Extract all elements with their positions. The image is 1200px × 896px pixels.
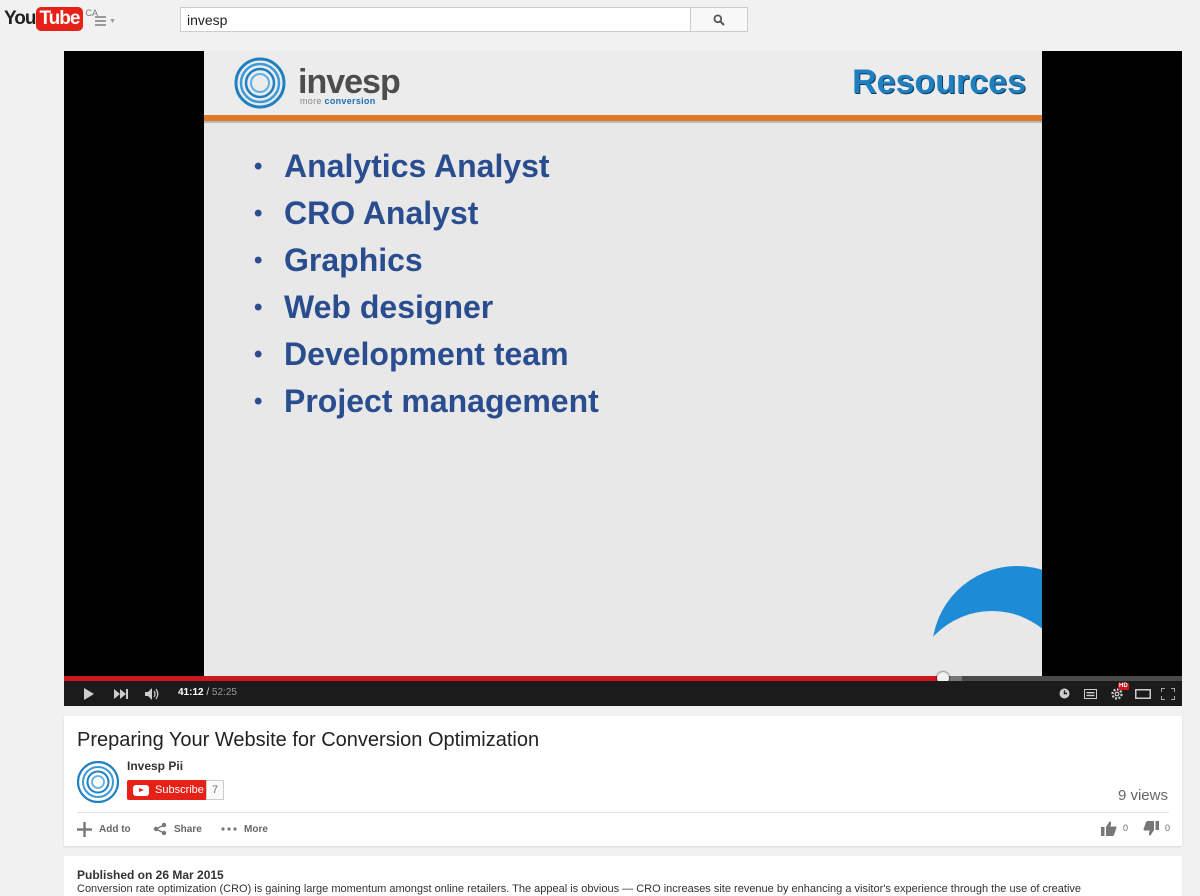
invesp-logo-icon xyxy=(234,57,286,109)
slide-tagline: more conversion xyxy=(300,96,376,106)
thumbs-down-icon xyxy=(1143,820,1159,835)
video-frame-slide: invesp more conversion Resources Analyti… xyxy=(204,51,1042,676)
next-icon xyxy=(114,688,128,699)
slide-title: Resources xyxy=(852,63,1026,101)
slide-bullet: Project management xyxy=(254,378,599,425)
video-player[interactable]: invesp more conversion Resources Analyti… xyxy=(64,51,1182,706)
search-input[interactable] xyxy=(181,8,690,31)
add-to-button[interactable]: Add to xyxy=(77,821,131,837)
slide-bullet: Development team xyxy=(254,331,599,378)
dislike-count: 0 xyxy=(1165,823,1171,833)
watch-header: Preparing Your Website for Conversion Op… xyxy=(64,716,1182,846)
slide-brand: invesp xyxy=(298,63,401,101)
youtube-logo[interactable]: You Tube CA xyxy=(4,7,98,33)
more-button[interactable]: More xyxy=(221,821,268,837)
slide-decoration xyxy=(912,611,1042,676)
view-count: 9 views xyxy=(1117,787,1168,804)
current-time: 41:12 xyxy=(178,687,204,698)
theater-mode-button[interactable] xyxy=(1132,681,1154,706)
more-label: More xyxy=(244,823,268,835)
search-button[interactable] xyxy=(690,7,748,32)
search-icon xyxy=(713,14,725,26)
subscriber-count: 7 xyxy=(206,780,225,800)
channel-avatar[interactable] xyxy=(77,761,119,803)
more-dots-icon xyxy=(221,827,237,831)
search-box[interactable] xyxy=(180,7,691,32)
video-description: Published on 26 Mar 2015 Conversion rate… xyxy=(64,856,1182,896)
youtube-play-icon xyxy=(133,784,149,796)
captions-button[interactable] xyxy=(1080,681,1100,706)
time-display: 41:12 / 52:25 xyxy=(178,687,237,698)
divider xyxy=(77,812,1169,813)
subscribe-label: Subscribe xyxy=(155,784,204,796)
slide-header: invesp more conversion Resources xyxy=(204,51,1042,115)
player-controls: 41:12 / 52:25 HD xyxy=(64,681,1182,706)
dislike-button[interactable]: 0 xyxy=(1143,820,1170,836)
clock-icon xyxy=(1059,688,1069,699)
like-button[interactable]: 0 xyxy=(1101,820,1128,836)
fullscreen-icon xyxy=(1161,687,1175,700)
logo-you: You xyxy=(4,8,37,29)
duration: 52:25 xyxy=(211,687,237,698)
like-count: 0 xyxy=(1123,823,1129,833)
slide-bullet: Graphics xyxy=(254,237,599,284)
masthead: You Tube CA ▼ xyxy=(0,0,1200,50)
subscribe-button[interactable]: Subscribe xyxy=(127,780,210,800)
slide-bullet: Web designer xyxy=(254,284,599,331)
publish-date: Published on 26 Mar 2015 xyxy=(77,868,224,882)
slide-divider xyxy=(204,115,1042,123)
next-button[interactable] xyxy=(110,681,132,706)
share-button[interactable]: Share xyxy=(153,821,202,837)
video-title: Preparing Your Website for Conversion Op… xyxy=(77,729,540,751)
channel-name[interactable]: Invesp Pii xyxy=(127,759,183,773)
fullscreen-button[interactable] xyxy=(1158,681,1178,706)
add-to-label: Add to xyxy=(99,823,131,835)
captions-icon xyxy=(1083,688,1097,699)
slide-bullet-list: Analytics Analyst CRO Analyst Graphics W… xyxy=(254,143,599,425)
hd-badge: HD xyxy=(1118,683,1129,690)
slide-bullet: Analytics Analyst xyxy=(254,143,599,190)
logo-tube: Tube xyxy=(36,7,84,31)
share-icon xyxy=(153,822,167,836)
volume-button[interactable] xyxy=(142,681,164,706)
slide-bullet: CRO Analyst xyxy=(254,190,599,237)
settings-button[interactable]: HD xyxy=(1106,681,1129,706)
plus-icon xyxy=(77,821,92,837)
thumbs-up-icon xyxy=(1101,821,1117,836)
volume-icon xyxy=(145,687,159,700)
play-button[interactable] xyxy=(78,681,100,706)
share-label: Share xyxy=(174,823,202,835)
description-text: Conversion rate optimization (CRO) is ga… xyxy=(77,883,1082,895)
menu-icon[interactable]: ▼ xyxy=(95,14,117,28)
play-icon xyxy=(84,687,94,700)
theater-icon xyxy=(1135,688,1151,699)
watch-later-button[interactable] xyxy=(1054,681,1074,706)
